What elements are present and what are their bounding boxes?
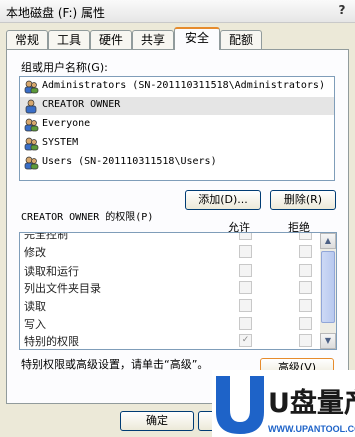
- allow-checkbox[interactable]: [239, 233, 252, 240]
- allow-checkbox[interactable]: [239, 264, 252, 277]
- permission-name: 完全控制: [24, 232, 68, 241]
- deny-checkbox[interactable]: [299, 233, 312, 240]
- permission-name: 读取和运行: [24, 265, 79, 278]
- deny-checkbox[interactable]: [299, 245, 312, 258]
- permission-row: 修改: [20, 242, 318, 260]
- permission-name: 写入: [24, 318, 46, 331]
- scroll-thumb[interactable]: [321, 251, 335, 323]
- tab-hardware[interactable]: 硬件: [90, 30, 132, 49]
- user-name: Users (SN-201110311518\Users): [42, 156, 217, 167]
- scroll-up-arrow-icon[interactable]: ▲: [320, 233, 336, 249]
- watermark-logo-text: U盘量产网: [268, 387, 355, 419]
- scroll-down-arrow-icon[interactable]: ▼: [320, 333, 336, 349]
- user-item-administrators[interactable]: Administrators (SN-201110311518\Administ…: [20, 78, 334, 96]
- allow-checkbox[interactable]: [239, 281, 252, 294]
- deny-checkbox[interactable]: [299, 334, 312, 347]
- permission-name: 列出文件夹目录: [24, 282, 101, 295]
- user-group-icon: [24, 156, 39, 170]
- user-name: Everyone: [42, 118, 91, 129]
- tab-general[interactable]: 常规: [6, 30, 48, 49]
- user-item-everyone[interactable]: Everyone: [20, 116, 334, 134]
- help-icon[interactable]: ?: [333, 2, 351, 19]
- user-group-icon: [24, 137, 39, 151]
- permission-label: CREATOR OWNER 的权限(P): [21, 212, 154, 223]
- permission-name: 读取: [24, 300, 46, 313]
- deny-checkbox[interactable]: [299, 317, 312, 330]
- allow-checkbox[interactable]: [239, 245, 252, 258]
- user-item-users[interactable]: Users (SN-201110311518\Users): [20, 154, 334, 172]
- tab-quota[interactable]: 配额: [220, 30, 262, 49]
- tab-tools[interactable]: 工具: [48, 30, 90, 49]
- permission-table: 完全控制 修改 读取和运行 列出文件夹目录 读取 写入 特别的权限 ✓ ▲ ▼: [19, 232, 337, 350]
- permission-row: 特别的权限 ✓: [20, 331, 318, 349]
- permission-name: 修改: [24, 246, 46, 259]
- site-watermark-logo: U盘量产网 WWW.UPANTOOL.COM: [212, 370, 355, 437]
- deny-checkbox[interactable]: [299, 299, 312, 312]
- user-list[interactable]: Administrators (SN-201110311518\Administ…: [19, 76, 335, 181]
- tab-sharing[interactable]: 共享: [132, 30, 174, 49]
- permission-row: 列出文件夹目录: [20, 278, 318, 296]
- user-name: SYSTEM: [42, 137, 79, 148]
- allow-checkbox[interactable]: [239, 317, 252, 330]
- remove-button[interactable]: 删除(R): [270, 190, 336, 210]
- tab-security[interactable]: 安全: [174, 27, 220, 50]
- permission-row: 读取: [20, 296, 318, 314]
- security-panel: 组或用户名称(G): Administrators (SN-2011103115…: [6, 49, 349, 404]
- user-name: Administrators (SN-201110311518\Administ…: [42, 80, 325, 91]
- allow-checkbox[interactable]: [239, 299, 252, 312]
- user-group-icon: [24, 80, 39, 94]
- advanced-hint: 特别权限或高级设置，请单击“高级”。: [21, 358, 209, 371]
- title-bar: 本地磁盘 (F:) 属性 ?: [0, 0, 355, 23]
- deny-checkbox[interactable]: [299, 264, 312, 277]
- permission-row: 读取和运行: [20, 261, 318, 279]
- permission-name: 特别的权限: [24, 335, 79, 348]
- group-user-label: 组或用户名称(G):: [21, 61, 108, 74]
- user-name: CREATOR OWNER: [42, 99, 121, 110]
- user-item-creator-owner[interactable]: CREATOR OWNER: [20, 97, 334, 115]
- watermark-url-text: WWW.UPANTOOL.COM: [268, 424, 355, 434]
- allow-checkbox[interactable]: ✓: [239, 334, 252, 347]
- user-item-system[interactable]: SYSTEM: [20, 135, 334, 153]
- permission-row: 完全控制: [20, 232, 318, 242]
- add-button[interactable]: 添加(D)...: [185, 190, 261, 210]
- ok-button[interactable]: 确定: [120, 411, 194, 431]
- user-group-icon: [24, 118, 39, 132]
- permission-row: 写入: [20, 314, 318, 332]
- window-title: 本地磁盘 (F:) 属性: [6, 6, 106, 20]
- permission-scrollbar[interactable]: ▲ ▼: [320, 233, 336, 349]
- user-icon: [25, 99, 37, 114]
- deny-checkbox[interactable]: [299, 281, 312, 294]
